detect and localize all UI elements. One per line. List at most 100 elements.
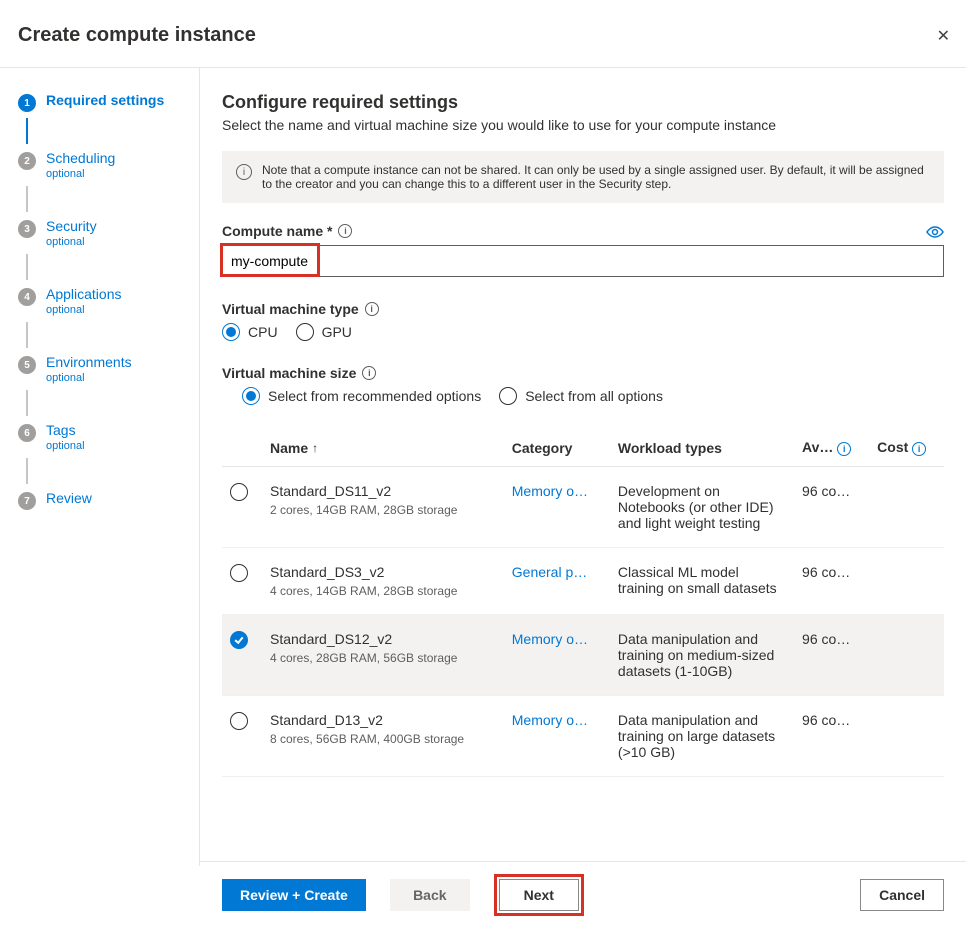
step-badge-icon: 3: [18, 220, 36, 238]
info-banner: i Note that a compute instance can not b…: [222, 151, 944, 203]
step-badge-icon: 5: [18, 356, 36, 374]
step-sublabel: optional: [46, 372, 132, 384]
info-icon[interactable]: i: [837, 442, 851, 456]
step-connector: [26, 322, 28, 348]
step-connector: [26, 458, 28, 484]
section-subtitle: Select the name and virtual machine size…: [222, 117, 944, 133]
back-button[interactable]: Back: [390, 879, 470, 911]
step-connector: [26, 118, 28, 144]
step-required-settings[interactable]: 1 Required settings: [18, 92, 199, 112]
step-tags[interactable]: 6 Tags optional: [18, 422, 199, 452]
row-select-radio[interactable]: [230, 631, 248, 649]
radio-label: GPU: [322, 324, 352, 340]
step-connector: [26, 254, 28, 280]
col-available[interactable]: Av… i: [794, 429, 869, 467]
category-link[interactable]: Memory o…: [512, 483, 588, 499]
info-icon[interactable]: i: [338, 224, 352, 238]
review-create-button[interactable]: Review + Create: [222, 879, 366, 911]
step-badge-icon: 7: [18, 492, 36, 510]
vm-name: Standard_DS11_v2: [270, 483, 496, 499]
step-label: Applications: [46, 286, 122, 302]
radio-label: CPU: [248, 324, 278, 340]
vm-size-all-radio[interactable]: Select from all options: [499, 387, 663, 405]
step-applications[interactable]: 4 Applications optional: [18, 286, 199, 316]
vm-type-label: Virtual machine type i: [222, 301, 944, 317]
category-link[interactable]: Memory o…: [512, 712, 588, 728]
step-label: Review: [46, 490, 92, 506]
vm-size-recommended-radio[interactable]: Select from recommended options: [242, 387, 481, 405]
step-scheduling[interactable]: 2 Scheduling optional: [18, 150, 199, 180]
workload-text: Data manipulation and training on large …: [610, 696, 794, 777]
step-label: Required settings: [46, 92, 164, 108]
step-badge-icon: 1: [18, 94, 36, 112]
step-badge-icon: 4: [18, 288, 36, 306]
radio-label: Select from all options: [525, 388, 663, 404]
step-connector: [26, 390, 28, 416]
available-text: 96 co…: [802, 631, 850, 647]
step-label: Security: [46, 218, 97, 234]
row-select-radio[interactable]: [230, 564, 248, 582]
table-row[interactable]: Standard_DS3_v2 4 cores, 14GB RAM, 28GB …: [222, 548, 944, 615]
step-connector: [26, 186, 28, 212]
vm-size-table: Name↑ Category Workload types Av… i Cost…: [222, 429, 944, 777]
dialog-body: 1 Required settings 2 Scheduling optiona…: [0, 68, 966, 866]
col-cost[interactable]: Cost i: [869, 429, 944, 467]
workload-text: Development on Notebooks (or other IDE) …: [610, 467, 794, 548]
step-sublabel: optional: [46, 168, 115, 180]
step-security[interactable]: 3 Security optional: [18, 218, 199, 248]
highlight-annotation: Next: [494, 874, 584, 916]
step-label: Environments: [46, 354, 132, 370]
vm-name: Standard_DS3_v2: [270, 564, 496, 580]
table-row[interactable]: Standard_DS12_v2 4 cores, 28GB RAM, 56GB…: [222, 615, 944, 696]
info-banner-text: Note that a compute instance can not be …: [262, 163, 930, 191]
dialog-title: Create compute instance: [18, 24, 256, 47]
vm-spec: 8 cores, 56GB RAM, 400GB storage: [270, 732, 496, 746]
category-link[interactable]: Memory o…: [512, 631, 588, 647]
step-badge-icon: 6: [18, 424, 36, 442]
table-row[interactable]: Standard_DS11_v2 2 cores, 14GB RAM, 28GB…: [222, 467, 944, 548]
vm-type-cpu-radio[interactable]: CPU: [222, 323, 278, 341]
dialog-footer: Review + Create Back Next Cancel: [200, 861, 966, 928]
vm-name: Standard_D13_v2: [270, 712, 496, 728]
step-label: Scheduling: [46, 150, 115, 166]
col-workload[interactable]: Workload types: [610, 429, 794, 467]
info-icon: i: [236, 164, 252, 180]
vm-type-gpu-radio[interactable]: GPU: [296, 323, 352, 341]
next-button[interactable]: Next: [499, 879, 579, 911]
step-badge-icon: 2: [18, 152, 36, 170]
available-text: 96 co…: [802, 564, 850, 580]
section-heading: Configure required settings: [222, 92, 944, 113]
info-icon[interactable]: i: [362, 366, 376, 380]
available-text: 96 co…: [802, 712, 850, 728]
vm-spec: 2 cores, 14GB RAM, 28GB storage: [270, 503, 496, 517]
row-select-radio[interactable]: [230, 483, 248, 501]
col-category[interactable]: Category: [504, 429, 610, 467]
row-select-radio[interactable]: [230, 712, 248, 730]
sort-asc-icon: ↑: [312, 441, 318, 455]
vm-name: Standard_DS12_v2: [270, 631, 496, 647]
close-icon[interactable]: ✕: [937, 26, 950, 46]
preview-eye-icon[interactable]: [926, 225, 944, 243]
step-sublabel: optional: [46, 304, 122, 316]
table-row[interactable]: Standard_D13_v2 8 cores, 56GB RAM, 400GB…: [222, 696, 944, 777]
cancel-button[interactable]: Cancel: [860, 879, 944, 911]
step-sublabel: optional: [46, 440, 85, 452]
step-environments[interactable]: 5 Environments optional: [18, 354, 199, 384]
category-link[interactable]: General p…: [512, 564, 587, 580]
main-content: Configure required settings Select the n…: [200, 68, 966, 866]
wizard-sidebar: 1 Required settings 2 Scheduling optiona…: [0, 68, 200, 866]
workload-text: Data manipulation and training on medium…: [610, 615, 794, 696]
step-label: Tags: [46, 422, 85, 438]
col-name[interactable]: Name↑: [262, 429, 504, 467]
info-icon[interactable]: i: [912, 442, 926, 456]
available-text: 96 co…: [802, 483, 850, 499]
dialog-header: Create compute instance ✕: [0, 0, 966, 68]
vm-size-label: Virtual machine size i: [222, 365, 944, 381]
step-review[interactable]: 7 Review: [18, 490, 199, 510]
compute-name-label: Compute name * i: [222, 223, 352, 239]
step-sublabel: optional: [46, 236, 97, 248]
info-icon[interactable]: i: [365, 302, 379, 316]
compute-name-input[interactable]: [222, 245, 944, 277]
vm-spec: 4 cores, 28GB RAM, 56GB storage: [270, 651, 496, 665]
radio-label: Select from recommended options: [268, 388, 481, 404]
